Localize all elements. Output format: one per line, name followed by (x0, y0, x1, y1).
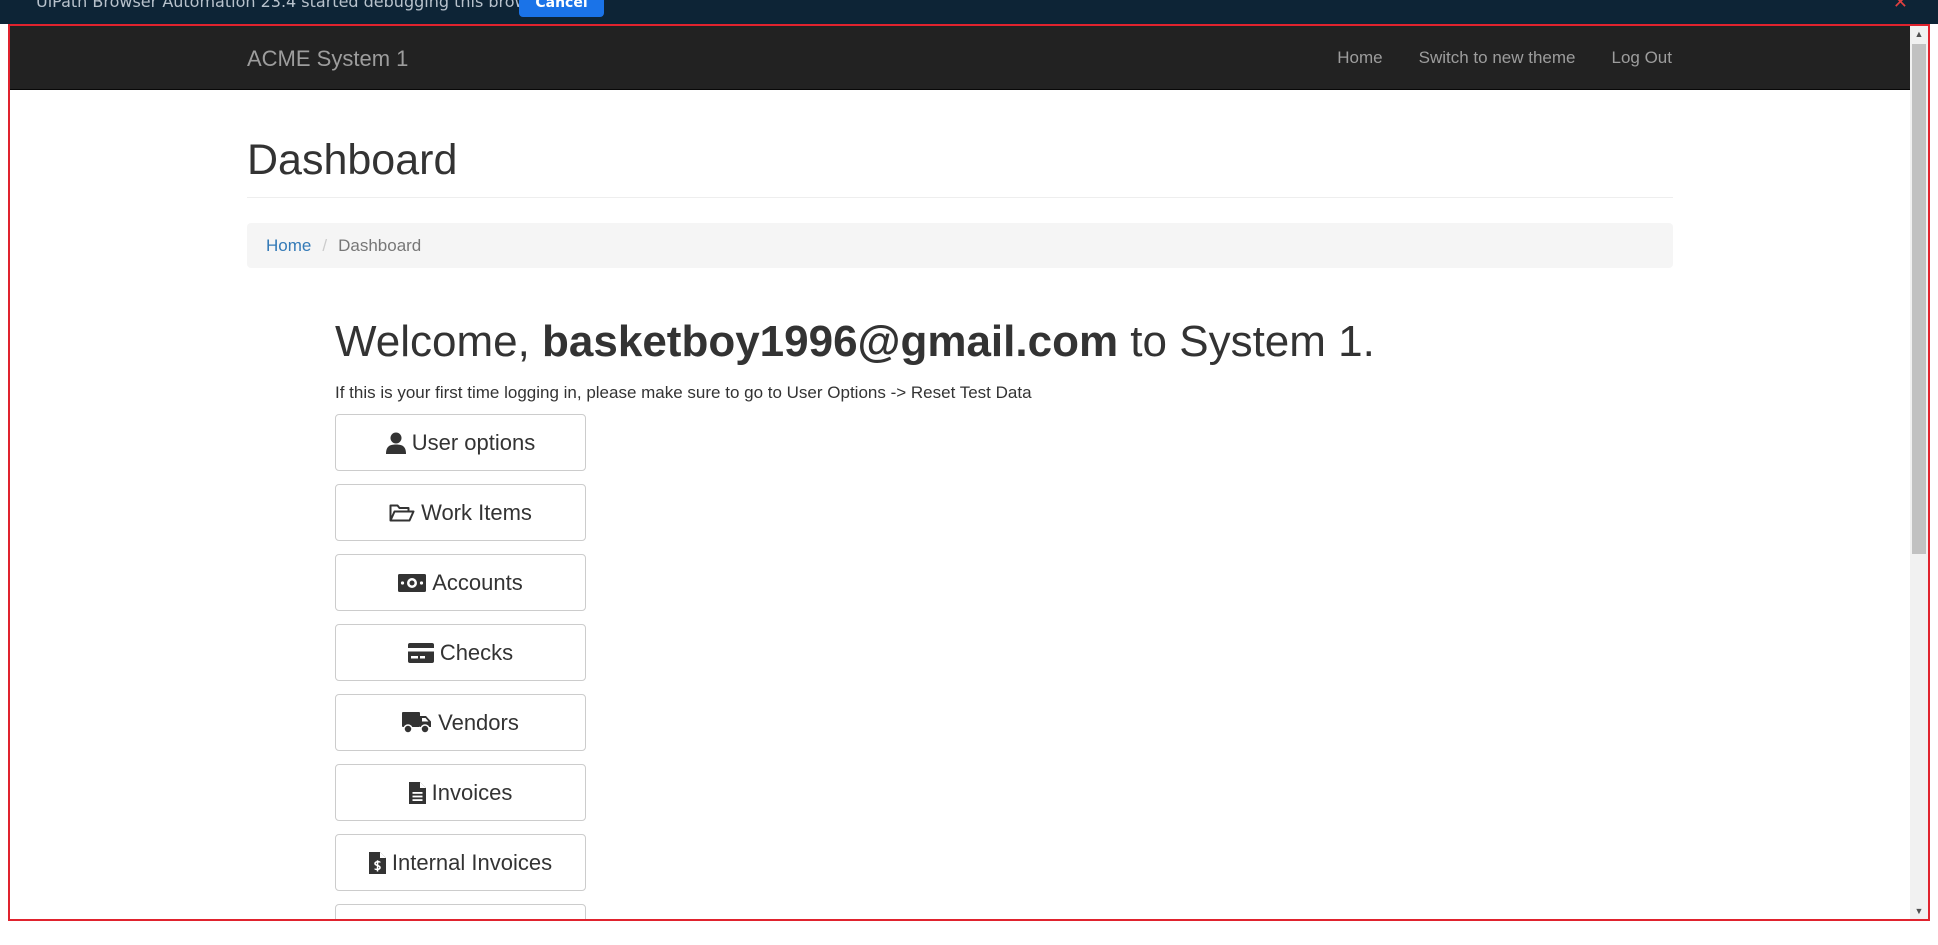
work-items-label: Work Items (421, 499, 532, 525)
main-content: Dashboard Home / Dashboard Welcome, bask… (247, 90, 1673, 919)
nav-logout-link[interactable]: Log Out (1594, 26, 1673, 90)
scrollbar-thumb[interactable] (1912, 44, 1926, 554)
folder-open-icon (389, 503, 415, 523)
first-login-notice: If this is your first time logging in, p… (335, 383, 1032, 402)
accounts-button[interactable]: Accounts (335, 554, 586, 611)
user-options-button[interactable]: User options (335, 414, 586, 471)
page-title: Dashboard (247, 136, 1673, 198)
nav-home-link[interactable]: Home (1319, 26, 1400, 90)
debugger-message: UiPath Browser Automation 23.4 started d… (36, 0, 553, 11)
nav-switch-theme-link[interactable]: Switch to new theme (1401, 26, 1594, 90)
welcome-prefix: Welcome, (335, 317, 543, 366)
internal-invoices-button[interactable]: Internal Invoices (335, 834, 586, 891)
dashboard-menu: User options Work Items Accounts Checks … (335, 414, 1673, 919)
welcome-heading: Welcome, basketboy1996@gmail.com to Syst… (335, 317, 1673, 367)
file-invoice-dollar-icon (368, 851, 386, 874)
invoices-button[interactable]: Invoices (335, 764, 586, 821)
vendors-label: Vendors (438, 709, 519, 735)
scroll-up-arrow-icon[interactable]: ▲ (1910, 26, 1928, 42)
internal-invoices-label: Internal Invoices (391, 849, 553, 875)
welcome-section: Welcome, basketboy1996@gmail.com to Syst… (335, 317, 1673, 919)
money-bill-icon (398, 573, 427, 592)
brand-logo-text[interactable]: ACME System 1 (247, 46, 408, 72)
breadcrumb-current: Dashboard (338, 235, 422, 255)
debugger-infobar: UiPath Browser Automation 23.4 started d… (0, 0, 1938, 24)
work-items-button[interactable]: Work Items (335, 484, 586, 541)
cancel-debugging-button[interactable]: Cancel (519, 0, 604, 17)
breadcrumb-separator: / (322, 235, 328, 255)
breadcrumb-home-link[interactable]: Home (266, 236, 311, 256)
credit-card-icon (407, 642, 434, 663)
accounts-label: Accounts (432, 569, 523, 595)
file-text-icon (408, 781, 426, 804)
user-options-label: User options (411, 429, 536, 455)
user-icon (385, 432, 406, 454)
checks-label: Checks (439, 639, 514, 665)
browser-viewport: ACME System 1 Home Switch to new theme L… (8, 24, 1930, 921)
scroll-down-arrow-icon[interactable]: ▼ (1910, 903, 1928, 919)
invoices-label: Invoices (431, 779, 513, 805)
welcome-suffix: to System 1. (1118, 317, 1375, 366)
welcome-user-email: basketboy1996@gmail.com (542, 317, 1119, 366)
next-menu-button-partial[interactable] (335, 904, 586, 919)
truck-icon (402, 711, 432, 734)
top-navbar: ACME System 1 Home Switch to new theme L… (10, 26, 1910, 90)
vertical-scrollbar[interactable]: ▲ ▼ (1910, 26, 1928, 919)
nav-links: Home Switch to new theme Log Out (1319, 26, 1672, 90)
vendors-button[interactable]: Vendors (335, 694, 586, 751)
close-icon[interactable]: ✕ (1893, 0, 1908, 13)
checks-button[interactable]: Checks (335, 624, 586, 681)
breadcrumb: Home / Dashboard (247, 223, 1673, 268)
